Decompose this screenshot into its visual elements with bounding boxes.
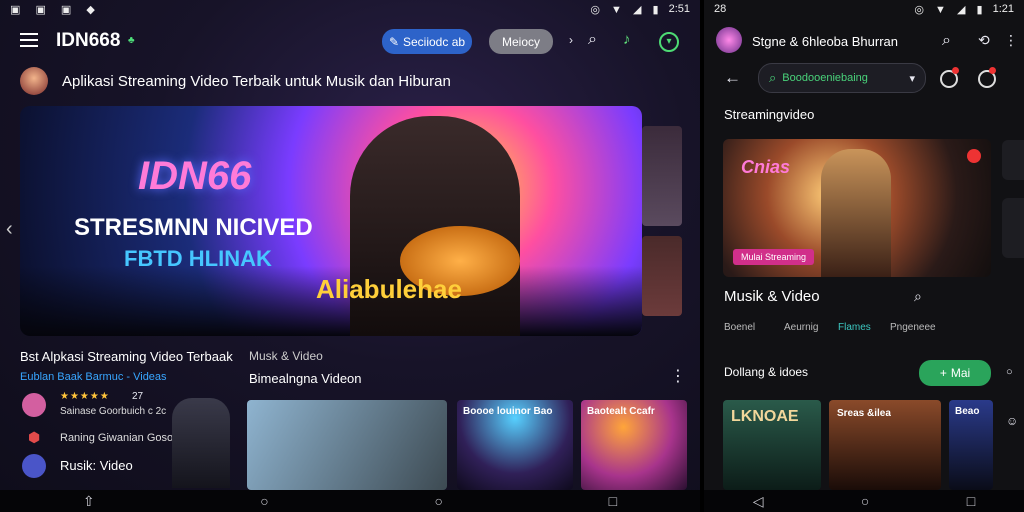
menu-icon[interactable] — [20, 33, 38, 47]
left-device-screen: ▣ ▣ ▣ ◆ ◎ ▼ ◢ ▮ 2:51 IDN668 ♣ ✎ Seciiodc… — [0, 0, 700, 490]
status-bar: 28 ◎ ▼ ◢ ▮ 1:21 — [714, 0, 1014, 18]
hero-banner[interactable]: IDN66 STRESMNN NICIVED FBTD HLINAK Aliab… — [20, 106, 642, 336]
more-icon[interactable]: › — [569, 33, 573, 47]
list-item-1[interactable]: Sainase Goorbuich c 2c — [60, 406, 166, 417]
brand-badge-icon: ♣ — [128, 35, 135, 46]
video-card-3[interactable]: Baotealt Ccafr — [581, 400, 687, 490]
search-field-icon: ⌕ — [769, 70, 777, 85]
notification-badge — [952, 67, 959, 74]
list-item-2[interactable]: Raning Giwanian Gosobt — [60, 432, 182, 444]
status-icons: ◎ ▼ ◢ ▮ — [590, 3, 663, 16]
music-title: Bimealngna Videon — [249, 371, 362, 386]
section-title: Streamingvideo — [724, 107, 815, 122]
overflow-menu-icon[interactable]: ⋮ — [670, 366, 686, 386]
streaming-logo: Cnias — [741, 157, 791, 177]
tab-3[interactable]: Flames — [838, 322, 871, 333]
video-card-1[interactable] — [247, 400, 447, 490]
item-avatar-1 — [22, 393, 46, 417]
search-button[interactable]: ✎ Seciiodc ab — [382, 29, 472, 54]
video-card-2[interactable]: Boooe louinor Bao — [457, 400, 573, 490]
right-nav-bar: ◁ ○ □ — [704, 490, 1024, 512]
status-icons: ◎ ▼ ◢ ▮ — [914, 3, 987, 16]
movie-card-1-title: LKNOAE — [731, 408, 799, 425]
search-button-label: Seciiodc ab — [403, 34, 466, 49]
menu-button-label: Meiocy — [501, 34, 540, 49]
hero-badge[interactable]: Mulai Streaming — [733, 249, 815, 265]
search-field[interactable]: ⌕ Boodooeniebaing ▾ — [758, 63, 926, 93]
recents-icon[interactable]: □ — [967, 493, 975, 509]
tools-icon: ✎ — [388, 34, 399, 49]
mic-icon[interactable]: ♪ — [623, 31, 631, 48]
feature-title: Bst Alpkasi Streaming Video Terbaak — [20, 349, 233, 364]
video-card-2-title: Boooe louinor Bao — [463, 406, 553, 417]
status-time-right: 1:21 — [992, 3, 1014, 15]
hero-line1: STRESMNN NICIVED — [74, 214, 313, 241]
hero-logo: IDN66 — [138, 154, 252, 198]
side-panel-tab-1[interactable] — [1002, 140, 1024, 180]
chevron-down-icon[interactable]: ▾ — [909, 72, 915, 85]
share-icon[interactable]: ⇧ — [83, 493, 95, 510]
avatar[interactable] — [20, 67, 48, 95]
hero-side-thumb-2[interactable] — [642, 236, 682, 316]
hero-side-thumb-1[interactable] — [642, 126, 682, 226]
download-icon[interactable]: ▾ — [659, 32, 679, 52]
plus-icon: + — [939, 366, 947, 380]
green-action-button[interactable]: + Mai — [919, 360, 991, 386]
search-icon[interactable]: ⌕ — [588, 31, 597, 49]
status-bar: ▣ ▣ ▣ ◆ ◎ ▼ ◢ ▮ 2:51 — [10, 0, 690, 18]
movie-card-1[interactable]: LKNOAE — [723, 400, 821, 490]
home-icon[interactable]: ○ — [861, 493, 869, 509]
hero-record-badge — [967, 149, 981, 163]
page-subtitle: Aplikasi Streaming Video Terbaik untuk M… — [62, 73, 451, 90]
presenter-figure — [172, 398, 230, 488]
green-action-label: Mai — [950, 366, 971, 380]
home-icon[interactable]: ○ — [260, 493, 268, 509]
sync-icon[interactable]: ⟲ — [978, 32, 990, 49]
movie-card-2[interactable]: Sreas &ilea — [829, 400, 941, 490]
search-icon-small[interactable]: ⌕ — [914, 288, 922, 305]
status-time-left: 28 — [714, 3, 727, 15]
back-arrow-icon[interactable]: ← — [724, 68, 741, 88]
hero-graffiti: Aliabulehae — [316, 274, 462, 304]
feature-link[interactable]: Eublan Baak Barmuc - Videas — [20, 371, 167, 383]
brand-logo: IDN668 — [56, 30, 121, 51]
app-title: Stgne & 6hleoba Bhurran — [752, 34, 898, 49]
recents-icon[interactable]: □ — [609, 493, 617, 509]
side-panel-tab-2[interactable] — [1002, 198, 1024, 258]
search-placeholder: Boodooeniebaing — [782, 72, 868, 84]
rating-count: 27 — [132, 391, 144, 402]
movie-card-3-title: Beao — [955, 406, 980, 417]
hero-prev-arrow[interactable]: ‹ — [6, 218, 13, 241]
rating-stars: ★★★★★ — [60, 391, 110, 402]
movie-card-3[interactable]: Beao — [949, 400, 993, 490]
subhead: Dollang & idoes — [724, 365, 809, 379]
back-icon[interactable]: ◁ — [753, 493, 764, 510]
list-item-3[interactable]: Rusik: Video — [60, 458, 133, 473]
music-label: Musk & Video — [249, 349, 323, 363]
right-device-screen: 28 ◎ ▼ ◢ ▮ 1:21 Stgne & 6hleoba Bhurran … — [704, 0, 1024, 490]
bell-badge — [989, 67, 996, 74]
chat-icon[interactable]: ○ — [1006, 366, 1013, 378]
tab-2[interactable]: Aeurnig — [784, 322, 818, 333]
notification-icons: ▣ ▣ ▣ ◆ — [10, 3, 101, 16]
smile-icon[interactable]: ☺ — [1006, 414, 1018, 428]
movie-card-2-title: Sreas &ilea — [837, 408, 891, 419]
tab-4[interactable]: Pngeneee — [890, 322, 936, 333]
home-icon-2[interactable]: ○ — [434, 493, 442, 509]
tab-1[interactable]: Boenel — [724, 322, 755, 333]
left-nav-bar: ⇧ ○ ○ □ — [0, 490, 700, 512]
status-time: 2:51 — [668, 3, 690, 15]
search-icon[interactable]: ⌕ — [942, 32, 951, 50]
shield-icon: ⬢ — [28, 429, 41, 445]
menu-button[interactable]: Meiocy — [489, 29, 553, 54]
item-avatar-3 — [22, 454, 46, 478]
hero-line2: FBTD HLINAK — [124, 246, 272, 271]
video-card-3-title: Baotealt Ccafr — [587, 406, 655, 417]
avatar[interactable] — [716, 27, 742, 53]
streaming-hero[interactable]: Cnias Mulai Streaming — [723, 139, 991, 277]
more-icon[interactable]: ⋮ — [1004, 32, 1018, 49]
music-title: Musik & Video — [724, 288, 820, 305]
rockstar-figure — [821, 149, 891, 277]
